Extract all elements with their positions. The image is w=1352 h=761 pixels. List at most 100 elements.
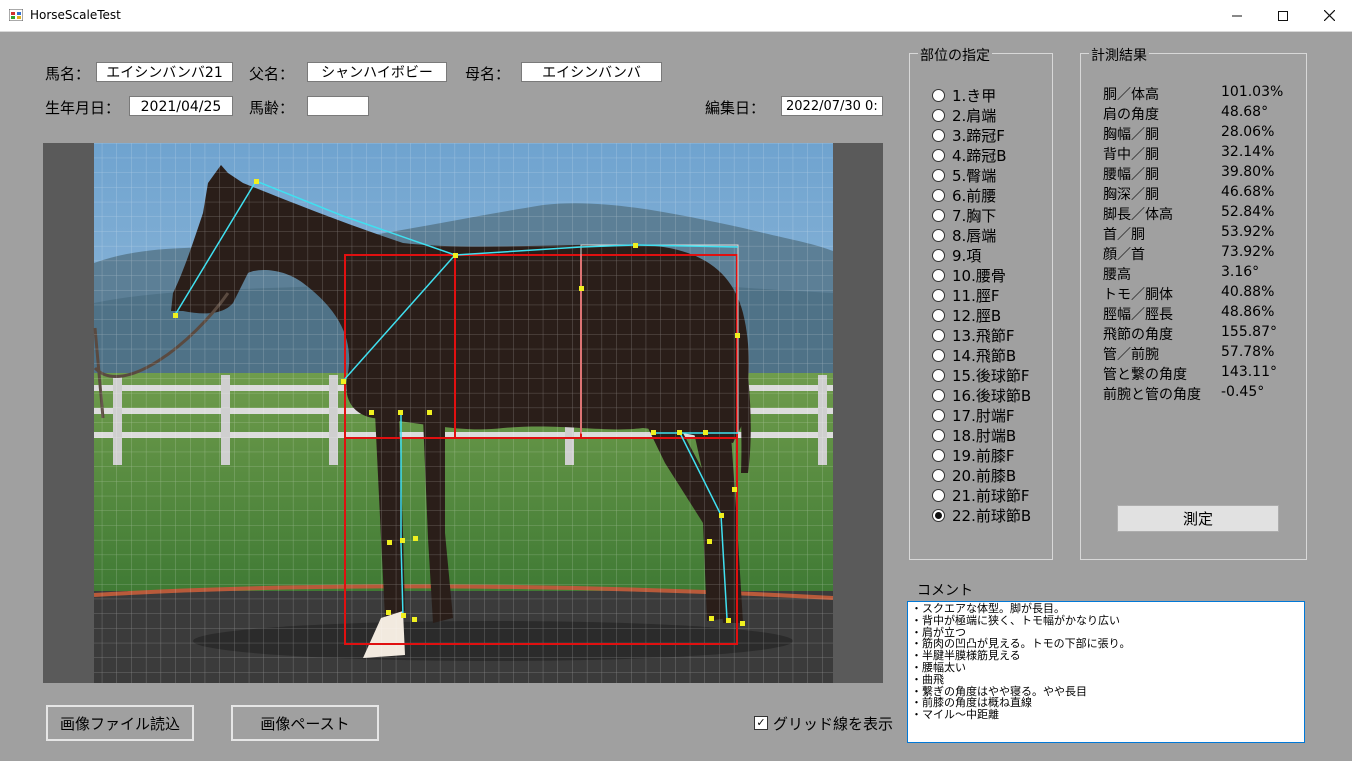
radio-button-icon[interactable] xyxy=(932,448,945,462)
result-value: 39.80% xyxy=(1221,164,1275,180)
radio-button-icon[interactable] xyxy=(932,148,945,162)
part-radio-item[interactable]: 4.蹄冠B xyxy=(932,145,1007,165)
radio-button-icon[interactable] xyxy=(932,428,945,442)
result-value: 57.78% xyxy=(1221,344,1275,360)
comment-line: ・曲飛 xyxy=(911,672,944,686)
radio-button-icon[interactable] xyxy=(932,208,945,222)
part-radio-label: 20.前膝B xyxy=(952,466,1017,485)
radio-button-icon[interactable] xyxy=(932,108,945,122)
horse-name-field[interactable]: エイシンバンバ21 xyxy=(96,62,233,82)
part-radio-item[interactable]: 12.脛B xyxy=(932,305,1001,325)
radio-button-icon[interactable] xyxy=(932,328,945,342)
part-radio-item[interactable]: 10.腰骨 xyxy=(932,265,1006,285)
part-radio-label: 14.飛節B xyxy=(952,346,1017,365)
measure-button[interactable]: 測定 xyxy=(1117,505,1279,532)
part-radio-label: 10.腰骨 xyxy=(952,266,1006,285)
app-icon xyxy=(9,9,23,21)
part-radio-item[interactable]: 9.項 xyxy=(932,245,981,265)
radio-button-icon[interactable] xyxy=(932,308,945,322)
horse-photo-panel[interactable] xyxy=(43,143,883,683)
result-name: 脛幅／脛長 xyxy=(1103,307,1173,323)
part-radio-item[interactable]: 20.前膝B xyxy=(932,465,1016,485)
radio-button-icon[interactable] xyxy=(932,188,945,202)
radio-button-icon[interactable] xyxy=(932,228,945,242)
part-radio-label: 21.前球節F xyxy=(952,486,1030,505)
grid-toggle-checkbox[interactable]: ✓ xyxy=(754,716,768,730)
comment-line: ・マイル～中距離 xyxy=(911,708,999,722)
comment-line: ・背中が極端に狭く、トモ幅がかなり広い xyxy=(911,613,1120,627)
part-radio-item[interactable]: 19.前膝F xyxy=(932,445,1014,465)
part-radio-item[interactable]: 21.前球節F xyxy=(932,485,1029,505)
part-radio-item[interactable]: 6.前腰 xyxy=(932,185,996,205)
part-radio-item[interactable]: 22.前球節B xyxy=(932,505,1031,525)
result-name: 背中／胴 xyxy=(1103,147,1159,163)
birth-date-field[interactable]: 2021/04/25 xyxy=(129,96,233,116)
radio-button-icon[interactable] xyxy=(932,368,945,382)
part-radio-item[interactable]: 13.飛節F xyxy=(932,325,1014,345)
radio-button-icon[interactable] xyxy=(932,468,945,482)
radio-button-icon[interactable] xyxy=(932,248,945,262)
radio-button-icon[interactable] xyxy=(932,88,945,102)
result-name: 胸幅／胴 xyxy=(1103,127,1159,143)
result-name: 肩の角度 xyxy=(1103,107,1159,123)
result-name: 腰幅／胴 xyxy=(1103,167,1159,183)
parts-group-title: 部位の指定 xyxy=(918,45,992,65)
result-name: 胸深／胴 xyxy=(1103,187,1159,203)
minimize-button[interactable] xyxy=(1214,0,1260,31)
result-name: 腰高 xyxy=(1103,267,1131,283)
comment-line: ・腰幅太い xyxy=(911,660,966,674)
part-radio-label: 6.前腰 xyxy=(952,186,997,205)
horse-photo-canvas[interactable] xyxy=(43,143,883,683)
radio-button-icon[interactable] xyxy=(932,488,945,502)
radio-button-icon[interactable] xyxy=(932,508,945,522)
part-radio-item[interactable]: 5.臀端 xyxy=(932,165,996,185)
part-radio-label: 9.項 xyxy=(952,246,982,265)
radio-button-icon[interactable] xyxy=(932,128,945,142)
radio-button-icon[interactable] xyxy=(932,268,945,282)
radio-button-icon[interactable] xyxy=(932,388,945,402)
dam-label: 母名： xyxy=(465,65,511,83)
part-radio-item[interactable]: 17.肘端F xyxy=(932,405,1014,425)
paste-image-button[interactable]: 画像ペースト xyxy=(231,705,379,741)
edit-date-field[interactable]: 2022/07/30 0: xyxy=(781,96,883,116)
load-image-button[interactable]: 画像ファイル読込 xyxy=(46,705,194,741)
radio-button-icon[interactable] xyxy=(932,288,945,302)
part-radio-item[interactable]: 3.蹄冠F xyxy=(932,125,1005,145)
result-value: 101.03% xyxy=(1221,84,1284,100)
dam-field[interactable]: エイシンバンバ xyxy=(521,62,662,82)
part-radio-item[interactable]: 16.後球節B xyxy=(932,385,1031,405)
part-radio-label: 16.後球節B xyxy=(952,386,1032,405)
part-radio-label: 11.脛F xyxy=(952,286,1000,305)
results-group-title: 計測結果 xyxy=(1089,45,1149,65)
radio-button-icon[interactable] xyxy=(932,168,945,182)
part-radio-label: 19.前膝F xyxy=(952,446,1015,465)
part-radio-item[interactable]: 15.後球節F xyxy=(932,365,1029,385)
age-field[interactable] xyxy=(307,96,369,116)
part-radio-item[interactable]: 11.脛F xyxy=(932,285,999,305)
radio-button-icon[interactable] xyxy=(932,408,945,422)
result-value: 48.86% xyxy=(1221,304,1275,320)
close-button[interactable] xyxy=(1306,0,1352,31)
checkmark-icon: ✓ xyxy=(756,716,766,729)
sire-field[interactable]: シャンハイボビー xyxy=(307,62,447,82)
part-radio-item[interactable]: 1.き甲 xyxy=(932,85,996,105)
result-value: 52.84% xyxy=(1221,204,1275,220)
minimize-icon xyxy=(1232,15,1242,16)
result-value: 143.11° xyxy=(1221,364,1277,380)
grid-toggle-label: グリッド線を表示 xyxy=(773,715,894,733)
comment-textarea[interactable]: ・スクエアな体型。脚が長目。 ・背中が極端に狭く、トモ幅がかなり広い ・肩が立つ ・筋… xyxy=(907,601,1305,743)
radio-button-icon[interactable] xyxy=(932,348,945,362)
result-value: 46.68% xyxy=(1221,184,1275,200)
result-name: 胴／体高 xyxy=(1103,87,1159,103)
result-value: 3.16° xyxy=(1221,264,1260,280)
part-radio-item[interactable]: 2.肩端 xyxy=(932,105,996,125)
part-radio-item[interactable]: 18.肘端B xyxy=(932,425,1016,445)
birth-label: 生年月日： xyxy=(45,99,121,117)
maximize-button[interactable] xyxy=(1260,0,1306,31)
result-name: 管と繋の角度 xyxy=(1103,367,1187,383)
part-radio-item[interactable]: 14.飛節B xyxy=(932,345,1016,365)
part-radio-item[interactable]: 8.唇端 xyxy=(932,225,996,245)
part-radio-label: 4.蹄冠B xyxy=(952,146,1007,165)
result-value: 32.14% xyxy=(1221,144,1275,160)
part-radio-item[interactable]: 7.胸下 xyxy=(932,205,996,225)
